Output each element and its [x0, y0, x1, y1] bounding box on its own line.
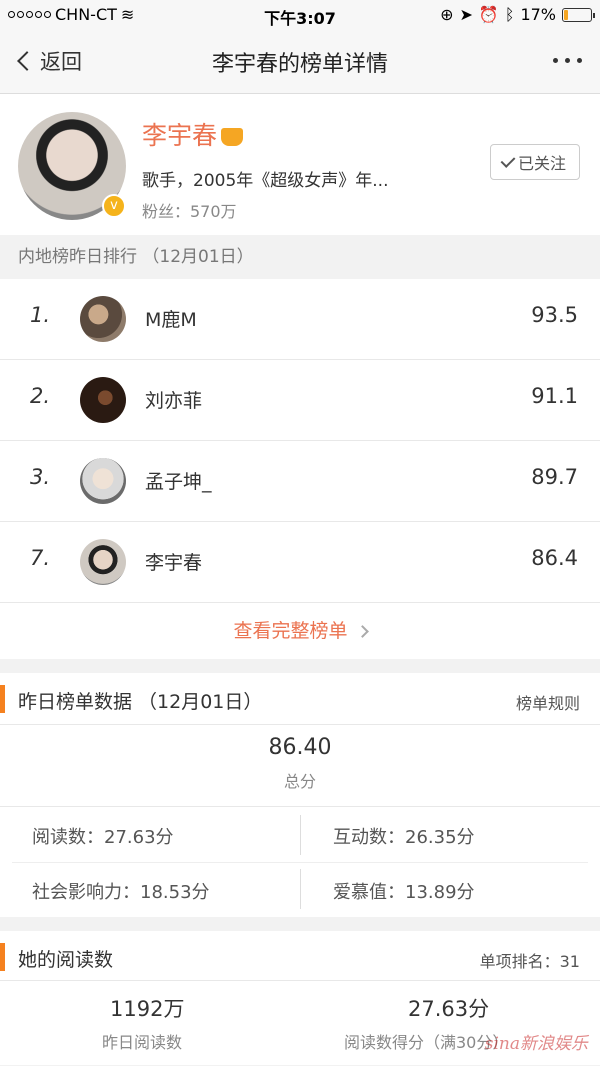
location-icon: ➤: [459, 5, 473, 24]
accent-bar: [0, 943, 5, 971]
follow-label: 已关注: [517, 154, 566, 173]
rules-link[interactable]: 榜单规则: [516, 690, 580, 714]
read-count-label: 昨日阅读数: [102, 1033, 183, 1052]
read-score-value: 27.63分: [408, 997, 490, 1021]
avatar[interactable]: [80, 296, 126, 342]
profile-card[interactable]: v 李宇春 歌手，2005年《超级女声》年... 粉丝：570万 已关注: [0, 94, 600, 235]
total-score-block: 86.40 总分: [0, 725, 600, 807]
nav-bar: 返回 李宇春的榜单详情: [0, 30, 600, 94]
battery-icon: [562, 7, 595, 22]
rank-score: 89.7: [531, 465, 578, 489]
page-title: 李宇春的榜单详情: [211, 52, 388, 77]
rank-row[interactable]: 7. 李宇春 86.4: [0, 522, 600, 603]
view-all-label: 查看完整榜单: [233, 620, 348, 642]
rank-name: 孟子坤_: [145, 471, 212, 493]
yesterday-data-section: 昨日榜单数据 （12月01日） 榜单规则 86.40 总分 阅读数：27.63分…: [0, 673, 600, 917]
avatar[interactable]: [80, 377, 126, 423]
battery-percent: 17%: [520, 5, 556, 24]
follow-button[interactable]: 已关注: [490, 144, 580, 180]
profile-name-text: 李宇春: [142, 121, 218, 150]
chevron-right-icon: [355, 625, 369, 638]
influence-score: 社会影响力：18.53分: [32, 882, 210, 903]
check-icon: [500, 152, 516, 168]
single-rank: 单项排名：31: [479, 952, 580, 971]
battery-fill: [564, 9, 569, 20]
love-score: 爱慕值：13.89分: [333, 882, 475, 903]
section-header: 她的阅读数 单项排名：31: [0, 931, 600, 981]
bluetooth-icon: ᛒ: [504, 5, 515, 24]
status-right: ⊕ ➤ ⏰ ᛒ 17%: [440, 5, 595, 24]
total-score-value: 86.40: [268, 735, 332, 760]
accent-bar: [0, 685, 5, 713]
profile-fans: 粉丝：570万: [142, 202, 237, 221]
rank-number: 3.: [30, 465, 51, 489]
rank-row[interactable]: 1. M鹿M 93.5: [0, 279, 600, 360]
avatar[interactable]: [80, 458, 126, 504]
score-breakdown: 阅读数：27.63分 互动数：26.35分 社会影响力：18.53分 爱慕值：1…: [0, 807, 600, 917]
rank-number: 1.: [30, 303, 51, 327]
section-header: 昨日榜单数据 （12月01日） 榜单规则: [0, 673, 600, 725]
read-count-value: 1192万: [110, 997, 185, 1021]
watermark-logo: sina新浪娱乐: [484, 1034, 588, 1054]
more-button[interactable]: [553, 58, 582, 63]
status-bar: CHN-CT ≋ 下午3:07 ⊕ ➤ ⏰ ᛒ 17%: [0, 0, 600, 30]
rank-header: 内地榜昨日排行 （12月01日）: [0, 235, 600, 279]
rank-score: 86.4: [531, 546, 578, 570]
profile-name: 李宇春: [142, 116, 244, 152]
rank-row[interactable]: 3. 孟子坤_ 89.7: [0, 441, 600, 522]
lock-rotation-icon: ⊕: [440, 5, 454, 24]
divider: [12, 862, 588, 863]
read-score: 阅读数：27.63分: [32, 827, 174, 848]
rank-row[interactable]: 2. 刘亦菲 91.1: [0, 360, 600, 441]
rank-score: 91.1: [531, 384, 578, 408]
section-title: 昨日榜单数据 （12月01日）: [18, 691, 263, 713]
interact-score: 互动数：26.35分: [333, 827, 475, 848]
rank-number: 2.: [30, 384, 51, 408]
divider: [0, 917, 600, 931]
read-score-label: 阅读数得分（满30分）: [344, 1033, 509, 1052]
divider: [0, 659, 600, 673]
rank-name: M鹿M: [145, 309, 197, 331]
total-score-label: 总分: [283, 772, 316, 791]
rank-name: 李宇春: [145, 552, 203, 574]
section-title: 她的阅读数: [18, 949, 114, 971]
divider: [300, 815, 301, 855]
rank-score: 93.5: [531, 303, 578, 327]
profile-intro: 歌手，2005年《超级女声》年...: [142, 171, 389, 191]
avatar[interactable]: [80, 539, 126, 585]
alarm-icon: ⏰: [478, 5, 499, 24]
view-full-ranking-link[interactable]: 查看完整榜单: [0, 603, 600, 659]
rank-list: 1. M鹿M 93.5 2. 刘亦菲 91.1 3. 孟子坤_ 89.7 7. …: [0, 279, 600, 659]
rank-name: 刘亦菲: [145, 390, 203, 412]
verified-badge-icon: v: [102, 194, 126, 218]
divider: [300, 869, 301, 909]
rank-number: 7.: [30, 546, 51, 570]
crown-icon: [221, 128, 244, 146]
